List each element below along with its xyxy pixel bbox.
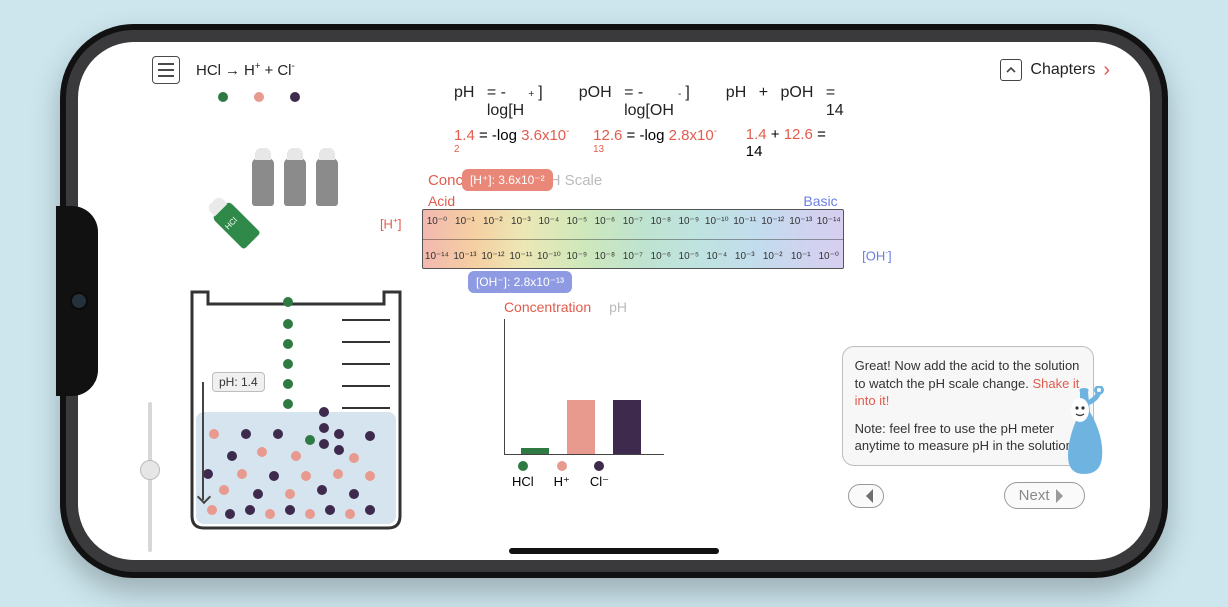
scale-tick: 10⁻² — [759, 251, 787, 262]
shaker-rack — [252, 158, 338, 206]
chevron-right-icon: › — [1103, 59, 1110, 82]
nav-buttons: Next — [848, 482, 1085, 509]
phone-frame: HCl → H+ + Cl- Chapters › — [60, 24, 1168, 578]
h-axis-label: [H+] — [380, 215, 402, 231]
beaker-area: pH: 1.4 — [184, 284, 408, 532]
scale-tick: 10⁻⁴ — [535, 216, 563, 227]
scale-tick: 10⁻¹⁰ — [703, 216, 731, 227]
dot-cl-icon — [290, 92, 300, 102]
scale-tick: 10⁻⁷ — [619, 216, 647, 227]
shaker-slot-3[interactable] — [316, 158, 338, 206]
scale-tick: 10⁻³ — [731, 251, 759, 262]
scale-acid-label: Acid — [428, 193, 455, 209]
scale-tick: 10⁻⁰ — [815, 251, 843, 262]
app-content: HCl → H+ + Cl- Chapters › — [78, 42, 1150, 560]
mascot-icon — [1060, 386, 1112, 476]
scale-tick: 10⁻⁸ — [591, 251, 619, 262]
prev-button[interactable] — [848, 484, 884, 508]
shaker-slot-1[interactable] — [252, 158, 274, 206]
scale-tick: 10⁻¹² — [479, 251, 507, 262]
scale-tick: 10⁻³ — [507, 216, 535, 227]
h-bubble: [H⁺]: 3.6x10⁻² — [462, 169, 553, 191]
speech-line2: Note: feel free to use the pH meter anyt… — [855, 420, 1081, 455]
left-panel: HCl pH: 1.4 — [152, 84, 412, 536]
device-notch — [56, 206, 98, 396]
oh-bubble: [OH⁻]: 2.8x10⁻¹³ — [468, 271, 572, 293]
phone-screen: HCl → H+ + Cl- Chapters › — [78, 42, 1150, 560]
bar-h — [567, 400, 595, 454]
scale-strip[interactable]: 10⁻⁰10⁻¹10⁻²10⁻³10⁻⁴10⁻⁵10⁻⁶10⁻⁷10⁻⁸10⁻⁹… — [422, 209, 844, 269]
scale-tick: 10⁻¹⁴ — [423, 251, 451, 262]
scale-tick: 10⁻¹¹ — [507, 251, 535, 262]
beaker-icon[interactable] — [184, 284, 408, 532]
scale-tick: 10⁻² — [479, 216, 507, 227]
scale-tick: 10⁻⁷ — [619, 251, 647, 262]
scale-basic-label: Basic — [803, 193, 837, 209]
scale-tick: 10⁻¹ — [787, 251, 815, 262]
triangle-left-icon — [859, 489, 873, 503]
legend-hcl: HCl — [512, 474, 534, 489]
dot-h-icon — [254, 92, 264, 102]
menu-button[interactable] — [152, 56, 180, 84]
reaction-equation: HCl → H+ + Cl- — [196, 61, 295, 79]
scale-tick: 10⁻¹³ — [451, 251, 479, 262]
header: HCl → H+ + Cl- Chapters › — [152, 56, 1110, 84]
next-label: Next — [1019, 487, 1050, 504]
scale-tick: 10⁻⁸ — [647, 216, 675, 227]
bars-legend: HCl H⁺ Cl⁻ — [512, 461, 844, 490]
bar-tabs: Concentration pH — [504, 299, 844, 315]
bar-tab-ph[interactable]: pH — [609, 299, 627, 315]
scale-tick: 10⁻¹² — [759, 216, 787, 227]
scale-tick: 10⁻¹³ — [787, 216, 815, 227]
next-button[interactable]: Next — [1004, 482, 1085, 509]
bar-hcl — [521, 448, 549, 454]
reaction-arrow: → — [225, 62, 240, 79]
reaction-plus: + — [265, 62, 274, 79]
mid-panel: pH = -log[H+] pOH = -log[OH-] pH + pOH =… — [422, 84, 844, 536]
ph-reading-badge: pH: 1.4 — [212, 372, 265, 392]
caret-up-icon — [1000, 59, 1022, 81]
shaker-held[interactable]: HCl — [211, 200, 260, 249]
scale-tick: 10⁻¹ — [451, 216, 479, 227]
legend-dot-hcl-icon — [518, 461, 528, 471]
bar-tab-concentration[interactable]: Concentration — [504, 299, 591, 315]
values-row: 1.4 = -log 3.6x10-2 12.6 = -log 2.8x10-1… — [454, 126, 844, 162]
right-panel: Great! Now add the acid to the solution … — [854, 84, 1110, 536]
legend-h: H⁺ — [554, 474, 570, 490]
bar-chart — [504, 319, 664, 455]
scale-tick: 10⁻⁶ — [647, 251, 675, 262]
home-indicator — [509, 548, 719, 554]
shaker-slot-2[interactable] — [284, 158, 306, 206]
bar-cl — [613, 400, 641, 454]
speech-bubble: Great! Now add the acid to the solution … — [842, 346, 1094, 466]
scale-tick: 10⁻⁶ — [591, 216, 619, 227]
ph-slider-knob[interactable] — [140, 460, 160, 480]
scale-tick: 10⁻⁰ — [423, 216, 451, 227]
reaction-h: H+ — [244, 61, 261, 79]
legend-cl: Cl⁻ — [590, 474, 609, 490]
scale-tick: 10⁻¹⁴ — [815, 216, 843, 227]
triangle-right-icon — [1056, 489, 1070, 503]
scale-tick: 10⁻⁹ — [563, 251, 591, 262]
ph-probe-icon[interactable] — [202, 382, 204, 500]
scale-tick: 10⁻¹⁰ — [535, 251, 563, 262]
scale-tick: 10⁻⁹ — [675, 216, 703, 227]
ph-scale: [H⁺]: 3.6x10⁻² Acid Basic [H+] 10⁻⁰10⁻¹1… — [422, 193, 844, 269]
reaction-cl: Cl- — [277, 61, 294, 79]
chapters-nav[interactable]: Chapters › — [1000, 59, 1110, 82]
legend-dot-cl-icon — [594, 461, 604, 471]
scale-tick: 10⁻⁵ — [563, 216, 591, 227]
scale-tick: 10⁻¹¹ — [731, 216, 759, 227]
reaction-left: HCl — [196, 62, 221, 79]
dot-hcl-icon — [218, 92, 228, 102]
shaker-held-label: HCl — [223, 216, 239, 232]
formula-row: pH = -log[H+] pOH = -log[OH-] pH + pOH =… — [454, 84, 844, 120]
scale-tick: 10⁻⁴ — [703, 251, 731, 262]
legend-dots — [218, 92, 412, 102]
scale-tick: 10⁻⁵ — [675, 251, 703, 262]
legend-dot-h-icon — [557, 461, 567, 471]
chapters-label: Chapters — [1030, 61, 1095, 79]
